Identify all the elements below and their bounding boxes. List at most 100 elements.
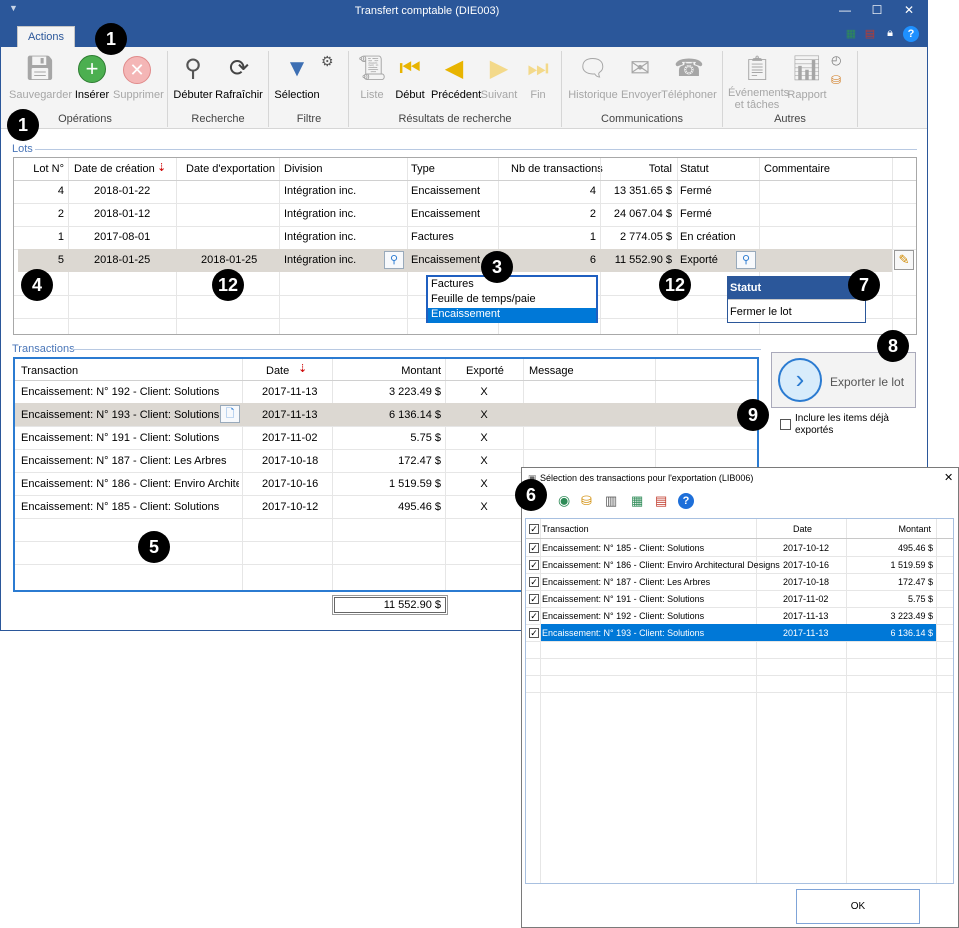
col-division[interactable]: Division	[284, 163, 323, 175]
calculator-icon[interactable]: ▦	[844, 27, 858, 40]
select-all-checkbox[interactable]: ✓	[529, 524, 539, 534]
col-message[interactable]: Message	[529, 365, 574, 377]
row-checkbox[interactable]: ✓	[529, 560, 539, 570]
delete-icon: ✕	[113, 53, 161, 85]
inbox-icon[interactable]: ⛁	[581, 493, 592, 509]
col-comment[interactable]: Commentaire	[764, 163, 830, 175]
previous-button[interactable]: ◀ Précédent	[431, 53, 481, 101]
dialog-row[interactable]: ✓ Encaissement: N° 191 - Client: Solutio…	[526, 590, 953, 607]
dialog-row[interactable]: ✓ Encaissement: N° 187 - Client: Les Arb…	[526, 573, 953, 590]
refresh-button[interactable]: ⟳ Rafraîchir	[215, 53, 263, 101]
col-export-date[interactable]: Date d'exportation	[186, 163, 275, 175]
transaction-row-selected[interactable]: Encaissement: N° 193 - Client: Solutions…	[15, 403, 757, 426]
phone-button[interactable]: ☎ Téléphoner	[661, 53, 717, 101]
pencil-edit-icon[interactable]: ✎	[894, 250, 914, 270]
col-amount[interactable]: Montant	[335, 365, 441, 377]
dialog-row[interactable]: ✓ Encaissement: N° 185 - Client: Solutio…	[526, 539, 953, 556]
clock-history-icon[interactable]: ◴	[831, 53, 841, 67]
row-checkbox[interactable]: ✓	[529, 594, 539, 604]
calculator-icon[interactable]: ▦	[631, 493, 643, 509]
row-checkbox[interactable]: ✓	[529, 628, 539, 638]
tab-actions[interactable]: Actions	[17, 26, 75, 47]
save-button[interactable]: 💾︎ Sauvegarder	[9, 53, 72, 101]
type-option-factures[interactable]: Factures	[430, 278, 596, 293]
dialog-row-selected[interactable]: ✓ Encaissement: N° 193 - Client: Solutio…	[526, 624, 953, 641]
division-lookup-button[interactable]: ⚲	[384, 251, 404, 269]
grid-line	[526, 692, 953, 693]
report-button[interactable]: 📊︎ Rapport	[787, 53, 827, 101]
dialog-row[interactable]: ✓ Encaissement: N° 186 - Client: Enviro …	[526, 556, 953, 573]
callout-8: 8	[877, 330, 909, 362]
group-label-filter: Filtre	[296, 113, 322, 125]
col-total[interactable]: Total	[606, 163, 672, 175]
clipboard-check-icon: 📋︎	[741, 55, 773, 82]
dialog-row[interactable]: ✓ Encaissement: N° 192 - Client: Solutio…	[526, 607, 953, 624]
first-button[interactable]: ⏮ Début	[393, 53, 427, 101]
next-button[interactable]: ▶ Suivant	[479, 53, 519, 101]
history-button[interactable]: 🗨︎ Historique	[567, 53, 619, 101]
callout-7: 7	[848, 269, 880, 301]
selection-button[interactable]: ▼ Sélection	[273, 53, 321, 101]
funnel-icon: ▼	[285, 55, 309, 82]
col-exported[interactable]: Exporté	[466, 365, 504, 377]
dialog-col-date[interactable]: Date	[793, 524, 812, 534]
minimize-button[interactable]: —	[835, 3, 855, 17]
lock-icon[interactable]: 🔒︎	[883, 27, 897, 40]
delete-button[interactable]: ✕ Supprimer	[113, 53, 164, 101]
row-checkbox[interactable]: ✓	[529, 577, 539, 587]
title-bar: ▼ Transfert comptable (DIE003) — ☐ ✕	[1, 1, 927, 23]
list-button[interactable]: 📜︎ Liste	[355, 53, 389, 101]
send-button[interactable]: ✉ Envoyer	[621, 53, 661, 101]
group-label-results: Résultats de recherche	[398, 113, 512, 125]
transactions-section-divider	[71, 349, 761, 350]
ok-button[interactable]: OK	[796, 889, 920, 924]
calendar-icon[interactable]: ▤	[655, 493, 667, 509]
events-button[interactable]: 📋︎ Événements et tâches	[728, 53, 789, 111]
col-transaction-count[interactable]: Nb de transactions	[511, 163, 603, 175]
open-document-icon[interactable]: 🗋︎	[220, 405, 240, 423]
calendar-icon[interactable]: ▤	[863, 27, 877, 40]
last-icon: ⏭	[527, 55, 549, 82]
refresh-search-icon[interactable]: ◉	[558, 492, 570, 509]
transactions-section-label: Transactions	[12, 343, 75, 355]
group-label-communications: Communications	[601, 113, 683, 125]
bar-chart-icon[interactable]: ▥	[605, 493, 617, 509]
lot-row[interactable]: 2 2018-01-12 Intégration inc. Encaisseme…	[14, 203, 916, 226]
gear-icon[interactable]: ⚙	[321, 53, 334, 70]
col-lot-number[interactable]: Lot N°	[18, 163, 64, 175]
type-option-encaissement[interactable]: Encaissement	[428, 308, 596, 323]
close-button[interactable]: ✕	[899, 3, 919, 17]
col-type[interactable]: Type	[411, 163, 435, 175]
last-button[interactable]: ⏭ Fin	[521, 53, 555, 101]
row-checkbox[interactable]: ✓	[529, 611, 539, 621]
sort-desc-icon[interactable]: ⇣	[298, 362, 307, 375]
transaction-row[interactable]: Encaissement: N° 191 - Client: Solutions…	[15, 426, 757, 449]
maximize-button[interactable]: ☐	[867, 3, 887, 17]
lot-row[interactable]: 4 2018-01-22 Intégration inc. Encaisseme…	[14, 180, 916, 203]
col-transaction[interactable]: Transaction	[21, 365, 78, 377]
ribbon-separator	[722, 51, 723, 127]
status-menu-header: Statut	[728, 277, 865, 299]
transaction-row[interactable]: Encaissement: N° 192 - Client: Solutions…	[15, 380, 757, 403]
type-option-feuille-de-temps[interactable]: Feuille de temps/paie	[430, 293, 596, 308]
dialog-close-button[interactable]: ✕	[944, 471, 953, 484]
col-status[interactable]: Statut	[680, 163, 709, 175]
lot-row[interactable]: 1 2017-08-01 Intégration inc. Factures 1…	[14, 226, 916, 249]
inbox-icon[interactable]: ⛁	[831, 73, 841, 87]
col-date[interactable]: Date	[266, 365, 289, 377]
help-icon[interactable]: ?	[678, 493, 694, 509]
close-lot-menu-item[interactable]: Fermer le lot	[730, 306, 792, 318]
help-icon[interactable]: ?	[903, 26, 919, 42]
lots-section-label: Lots	[12, 143, 33, 155]
dialog-col-amount[interactable]: Montant	[849, 524, 931, 534]
start-search-button[interactable]: ⚲ Débuter	[173, 53, 213, 101]
status-lookup-button[interactable]: ⚲	[736, 251, 756, 269]
insert-button[interactable]: + Insérer	[73, 53, 111, 101]
lot-row-selected[interactable]: 5 2018-01-25 2018-01-25 Intégration inc.…	[14, 249, 916, 272]
row-checkbox[interactable]: ✓	[529, 543, 539, 553]
include-exported-checkbox[interactable]	[780, 419, 791, 430]
dialog-col-transaction[interactable]: Transaction	[542, 524, 589, 534]
callout-12-right: 12	[659, 269, 691, 301]
sort-desc-icon[interactable]: ⇣	[157, 161, 166, 174]
col-creation-date[interactable]: Date de création	[74, 163, 155, 175]
